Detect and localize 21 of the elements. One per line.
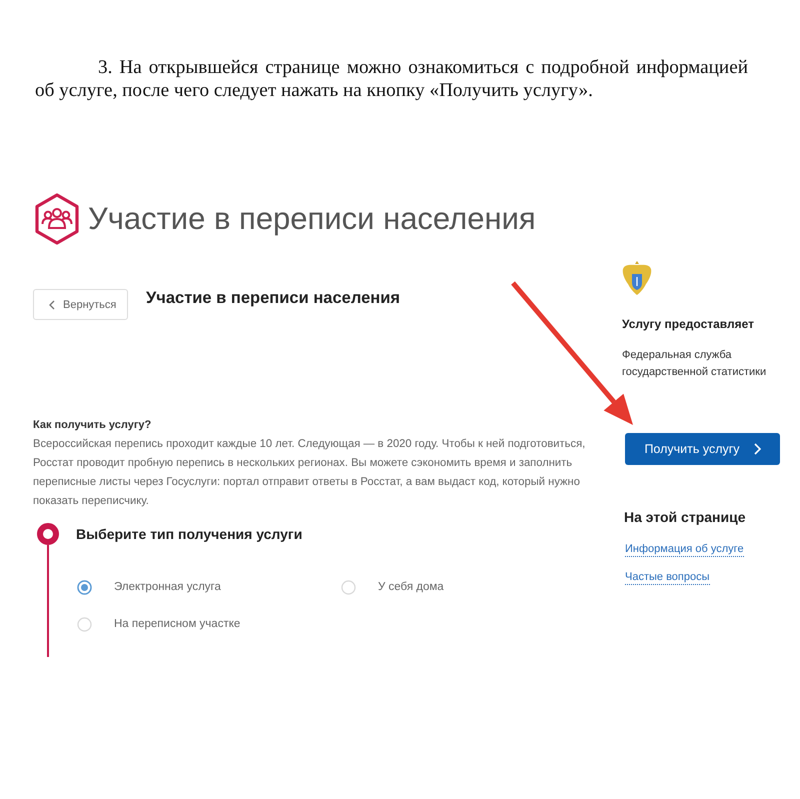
- anchor-link[interactable]: Частые вопросы: [625, 570, 710, 585]
- coat-of-arms-icon: [622, 260, 652, 298]
- step-title: Выберите тип получения услуги: [76, 525, 304, 544]
- radio-option[interactable]: На переписном участке: [77, 615, 240, 633]
- description-paragraph: Всероссийская перепись проходит каждые 10 лет. Следующая — в 2020 году. Чтобы к ней подготовиться, Росстат проводит пробную перепись в нескольких регионах. Вы можете сэкономить время и заполнить переписные листы через Госуслуги: портал отправит ответы в Росстат, а вам выдаст код, который нужно показать переписчику.: [33, 437, 586, 509]
- radio-option[interactable]: Электронная услуга: [77, 578, 221, 596]
- service-heading: Участие в переписи населения: [146, 289, 400, 307]
- chevron-right-icon: [754, 443, 761, 455]
- provider-label: Услугу предоставляет: [622, 317, 754, 332]
- radio-option[interactable]: У себя дома: [341, 578, 444, 596]
- anchor-link[interactable]: Информация об услуге: [625, 542, 744, 557]
- step-marker-icon: [37, 523, 59, 545]
- people-hexagon-logo-icon: [33, 193, 81, 245]
- page-title: Участие в переписи населения: [88, 201, 536, 237]
- chevron-left-icon: [49, 300, 55, 310]
- on-this-page-title: На этой странице: [624, 508, 746, 526]
- section-title: Как получить услугу?: [33, 418, 152, 432]
- provider-name: Федеральная служба государственной статистики: [622, 348, 768, 380]
- get-service-button[interactable]: Получить услугу: [625, 433, 780, 465]
- instruction-paragraph: 3. На открывшейся странице можно ознакомиться с подробной информацией об услуге, после чего следует нажать на кнопку «Получить услугу».: [35, 56, 748, 102]
- back-button[interactable]: Вернуться: [33, 289, 128, 320]
